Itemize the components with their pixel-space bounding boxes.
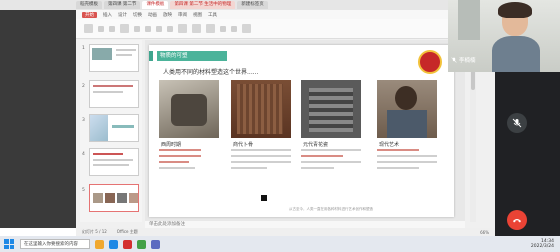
photo-porcelain	[301, 80, 361, 138]
new-slide-icon[interactable]	[120, 24, 129, 33]
picture-icon[interactable]	[206, 24, 215, 33]
ribbon-tab-review[interactable]: 审阅	[178, 12, 187, 18]
caption-2: 元代青花瓷	[303, 142, 329, 148]
thumb-number: 5	[82, 188, 85, 193]
cut-icon[interactable]	[98, 25, 104, 32]
clock-date: 2022/3/24	[530, 244, 554, 249]
italic-icon[interactable]	[156, 25, 162, 32]
font-color-icon[interactable]	[231, 25, 237, 32]
wps-icon[interactable]	[123, 239, 132, 249]
ribbon-tab-design[interactable]: 设计	[118, 12, 127, 18]
edge-icon[interactable]	[109, 239, 118, 249]
tab-2[interactable]: 课件模板	[142, 1, 169, 9]
title-accent	[149, 51, 153, 61]
caption-0: 西周时期	[161, 142, 182, 148]
thumb-number: 3	[82, 118, 85, 123]
slide-thumbnail-2[interactable]	[89, 80, 139, 108]
cursor-marker	[261, 195, 267, 201]
slide-thumbnail-1[interactable]	[89, 44, 139, 72]
tab-4[interactable]: 新建标签页	[237, 1, 268, 9]
slide-title: 物质的可塑	[157, 51, 227, 61]
tab-1[interactable]: 第四课 第二节	[104, 1, 141, 9]
end-call-button[interactable]	[507, 210, 527, 230]
slide[interactable]: 物质的可塑 人类用不同的材料塑造这个世界...... 西周时期 商代卜骨 元代青…	[149, 45, 454, 217]
windows-start-icon[interactable]	[4, 239, 14, 249]
underline-icon[interactable]	[167, 25, 173, 32]
participant-name-tag: 李楠楠	[448, 55, 479, 65]
mic-toggle-button[interactable]	[507, 113, 527, 133]
system-tray: 14:34 2022/3/24	[531, 239, 554, 249]
description-2	[301, 149, 361, 173]
participant-name: 李楠楠	[459, 58, 476, 64]
ribbon-tabs: 开始 插入 设计 切换 动画 放映 审阅 视图 工具	[76, 10, 495, 19]
align-icon[interactable]	[220, 25, 226, 32]
left-dark-strip	[0, 0, 76, 228]
meeting-app-icon[interactable]	[151, 239, 160, 249]
thumb-number: 1	[82, 46, 85, 51]
ribbon-tab-view[interactable]: 视图	[193, 12, 202, 18]
ribbon-tab-slideshow[interactable]: 放映	[163, 12, 172, 18]
slide-subtitle: 人类用不同的材料塑造这个世界......	[163, 69, 259, 76]
photo-bronze	[159, 80, 219, 138]
tab-0[interactable]: 稻壳模板	[76, 1, 102, 9]
bold-icon[interactable]	[145, 25, 151, 32]
photo-oracle-bone	[231, 80, 291, 138]
document-tabbar: 稻壳模板 第四课 第二节 课件模板 第四课 第二节 生活中的物理 新建标签页	[0, 0, 495, 10]
text-box-icon[interactable]	[178, 24, 187, 33]
taskbar: 在这里输入你要搜索的内容 14:34 2022/3/24	[0, 236, 560, 252]
description-0	[159, 149, 219, 173]
ribbon-tab-insert[interactable]: 插入	[103, 12, 112, 18]
arrange-icon[interactable]	[242, 24, 251, 33]
status-bar: 幻灯片 5 / 12 Office 主题 66%	[76, 228, 495, 236]
slide-thumbnail-4[interactable]	[89, 148, 139, 176]
copy-icon[interactable]	[109, 25, 115, 32]
ribbon-tab-home[interactable]: 开始	[82, 11, 97, 18]
zoom-level[interactable]: 66%	[480, 230, 489, 235]
theme-label: Office 主题	[116, 229, 138, 234]
ribbon-toolbar	[76, 19, 495, 39]
mic-off-small-icon	[451, 57, 457, 63]
presentation-app: 稻壳模板 第四课 第二节 课件模板 第四课 第二节 生活中的物理 新建标签页 开…	[0, 0, 495, 228]
mic-off-icon	[512, 118, 522, 128]
slide-footer: 从古至今，人类一直在用各种材料进行艺术创作和塑造	[289, 207, 373, 211]
file-explorer-icon[interactable]	[95, 239, 104, 249]
wechat-icon[interactable]	[137, 239, 146, 249]
taskbar-search-input[interactable]: 在这里输入你要搜索的内容	[20, 239, 90, 249]
paste-icon[interactable]	[84, 24, 93, 33]
thumb-number: 4	[82, 152, 85, 157]
layout-icon[interactable]	[134, 25, 140, 32]
school-logo	[418, 50, 442, 74]
ribbon-tab-transition[interactable]: 切换	[133, 12, 142, 18]
slide-counter: 幻灯片 5 / 12	[82, 229, 107, 234]
ribbon-tab-animation[interactable]: 动画	[148, 12, 157, 18]
description-1	[231, 149, 291, 173]
phone-hangup-icon	[513, 219, 521, 223]
description-3	[377, 149, 437, 173]
slide-thumbnail-5-selected[interactable]	[89, 184, 139, 212]
tab-3[interactable]: 第四课 第二节 生活中的物理	[170, 1, 236, 9]
notes-pane[interactable]: 单击此处添加备注	[145, 221, 465, 228]
shape-icon[interactable]	[192, 24, 201, 33]
thumb-number: 2	[82, 84, 85, 89]
caption-3: 现代艺术	[379, 142, 400, 148]
slide-thumbnail-3[interactable]	[89, 114, 139, 142]
ribbon-tab-tools[interactable]: 工具	[208, 12, 217, 18]
photo-modern-art	[377, 80, 437, 138]
caption-1: 商代卜骨	[233, 142, 254, 148]
